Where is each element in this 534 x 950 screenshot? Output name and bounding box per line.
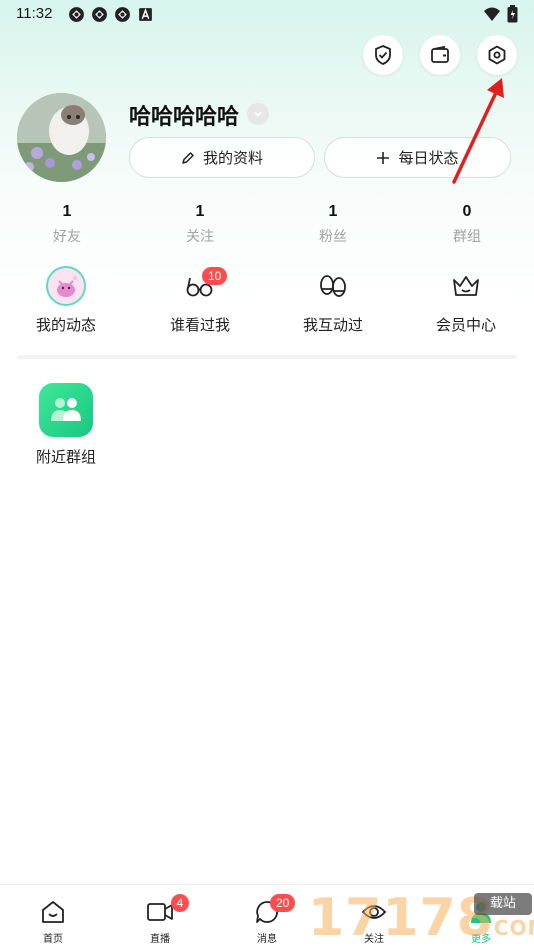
nav-messages[interactable]: 20 消息 xyxy=(227,894,307,945)
wifi-icon xyxy=(484,7,500,21)
watermark-badge: 载站 xyxy=(474,893,532,915)
video-camera-icon xyxy=(147,903,173,921)
status-bar: 11:32 xyxy=(0,0,534,28)
settings-button[interactable] xyxy=(477,35,517,75)
stat-following[interactable]: 1 关注 xyxy=(150,203,250,246)
quick-action-membership[interactable]: 会员中心 xyxy=(411,266,521,335)
stat-friends[interactable]: 1 好友 xyxy=(17,203,117,246)
visitors-badge: 10 xyxy=(202,267,228,285)
username-dropdown[interactable] xyxy=(247,103,269,125)
messages-badge: 20 xyxy=(270,894,296,912)
security-button[interactable] xyxy=(363,35,403,75)
avatar[interactable] xyxy=(17,93,106,182)
status-system-icons xyxy=(483,5,518,23)
annotation-arrow xyxy=(452,78,504,184)
stat-value: 1 xyxy=(195,203,205,220)
quick-action-interacted[interactable]: 我互动过 xyxy=(278,266,388,335)
sync-icon xyxy=(115,7,130,22)
home-icon xyxy=(42,901,64,923)
stat-label: 粉丝 xyxy=(319,229,347,245)
nav-live[interactable]: 4 直播 xyxy=(120,894,200,945)
quick-action-label: 我的动态 xyxy=(35,316,96,334)
nearby-groups-button[interactable] xyxy=(39,383,93,437)
my-feed-avatar-icon xyxy=(46,266,86,306)
edit-profile-button[interactable]: 我的资料 xyxy=(129,137,315,178)
stat-followers[interactable]: 1 粉丝 xyxy=(283,203,383,246)
wallet-button[interactable] xyxy=(420,35,460,75)
live-badge: 4 xyxy=(171,894,189,912)
pencil-icon xyxy=(182,151,194,164)
stat-value: 1 xyxy=(62,203,72,220)
sync-icon xyxy=(69,7,84,22)
quick-action-visitors[interactable]: 10 谁看过我 xyxy=(145,266,255,335)
sync-icon xyxy=(92,7,107,22)
status-notification-icons xyxy=(68,6,154,23)
quick-action-label: 我互动过 xyxy=(302,316,363,334)
quick-action-label: 会员中心 xyxy=(435,316,496,334)
watermark-text: 17178 xyxy=(308,888,494,948)
footprints-icon xyxy=(320,275,346,297)
nav-home[interactable]: 首页 xyxy=(13,897,93,945)
stat-value: 1 xyxy=(328,203,338,220)
stat-value: 0 xyxy=(462,203,472,220)
nearby-groups-label: 附近群组 xyxy=(35,448,96,466)
wallet-icon xyxy=(431,45,449,63)
stat-label: 关注 xyxy=(186,229,214,245)
quick-action-label: 谁看过我 xyxy=(169,316,230,334)
plus-icon xyxy=(377,151,390,164)
nav-label: 直播 xyxy=(150,934,170,945)
nav-label: 首页 xyxy=(43,934,63,945)
stat-label: 群组 xyxy=(453,229,481,245)
status-time: 11:32 xyxy=(16,5,53,22)
nearby-group-icon xyxy=(51,398,81,421)
a-icon xyxy=(139,8,152,21)
stat-label: 好友 xyxy=(53,229,81,245)
nav-label: 消息 xyxy=(257,934,277,945)
quick-action-my-feed[interactable]: 我的动态 xyxy=(11,266,121,335)
edit-profile-label: 我的资料 xyxy=(202,149,263,167)
profile-screen: 11:32 哈哈哈哈哈 我的资料 每日状态 1 好友 1 关注 1 粉丝 0 群… xyxy=(0,0,534,950)
shield-check-icon xyxy=(375,45,391,65)
settings-hex-icon xyxy=(488,45,506,65)
section-divider xyxy=(17,355,517,359)
avatar-photo xyxy=(17,93,106,182)
watermark-suffix: COM xyxy=(493,916,534,940)
username[interactable]: 哈哈哈哈哈 xyxy=(129,99,239,131)
battery-icon xyxy=(507,5,518,23)
crown-icon xyxy=(453,276,479,296)
stat-groups[interactable]: 0 群组 xyxy=(417,203,517,246)
chevron-down-icon xyxy=(254,111,262,117)
